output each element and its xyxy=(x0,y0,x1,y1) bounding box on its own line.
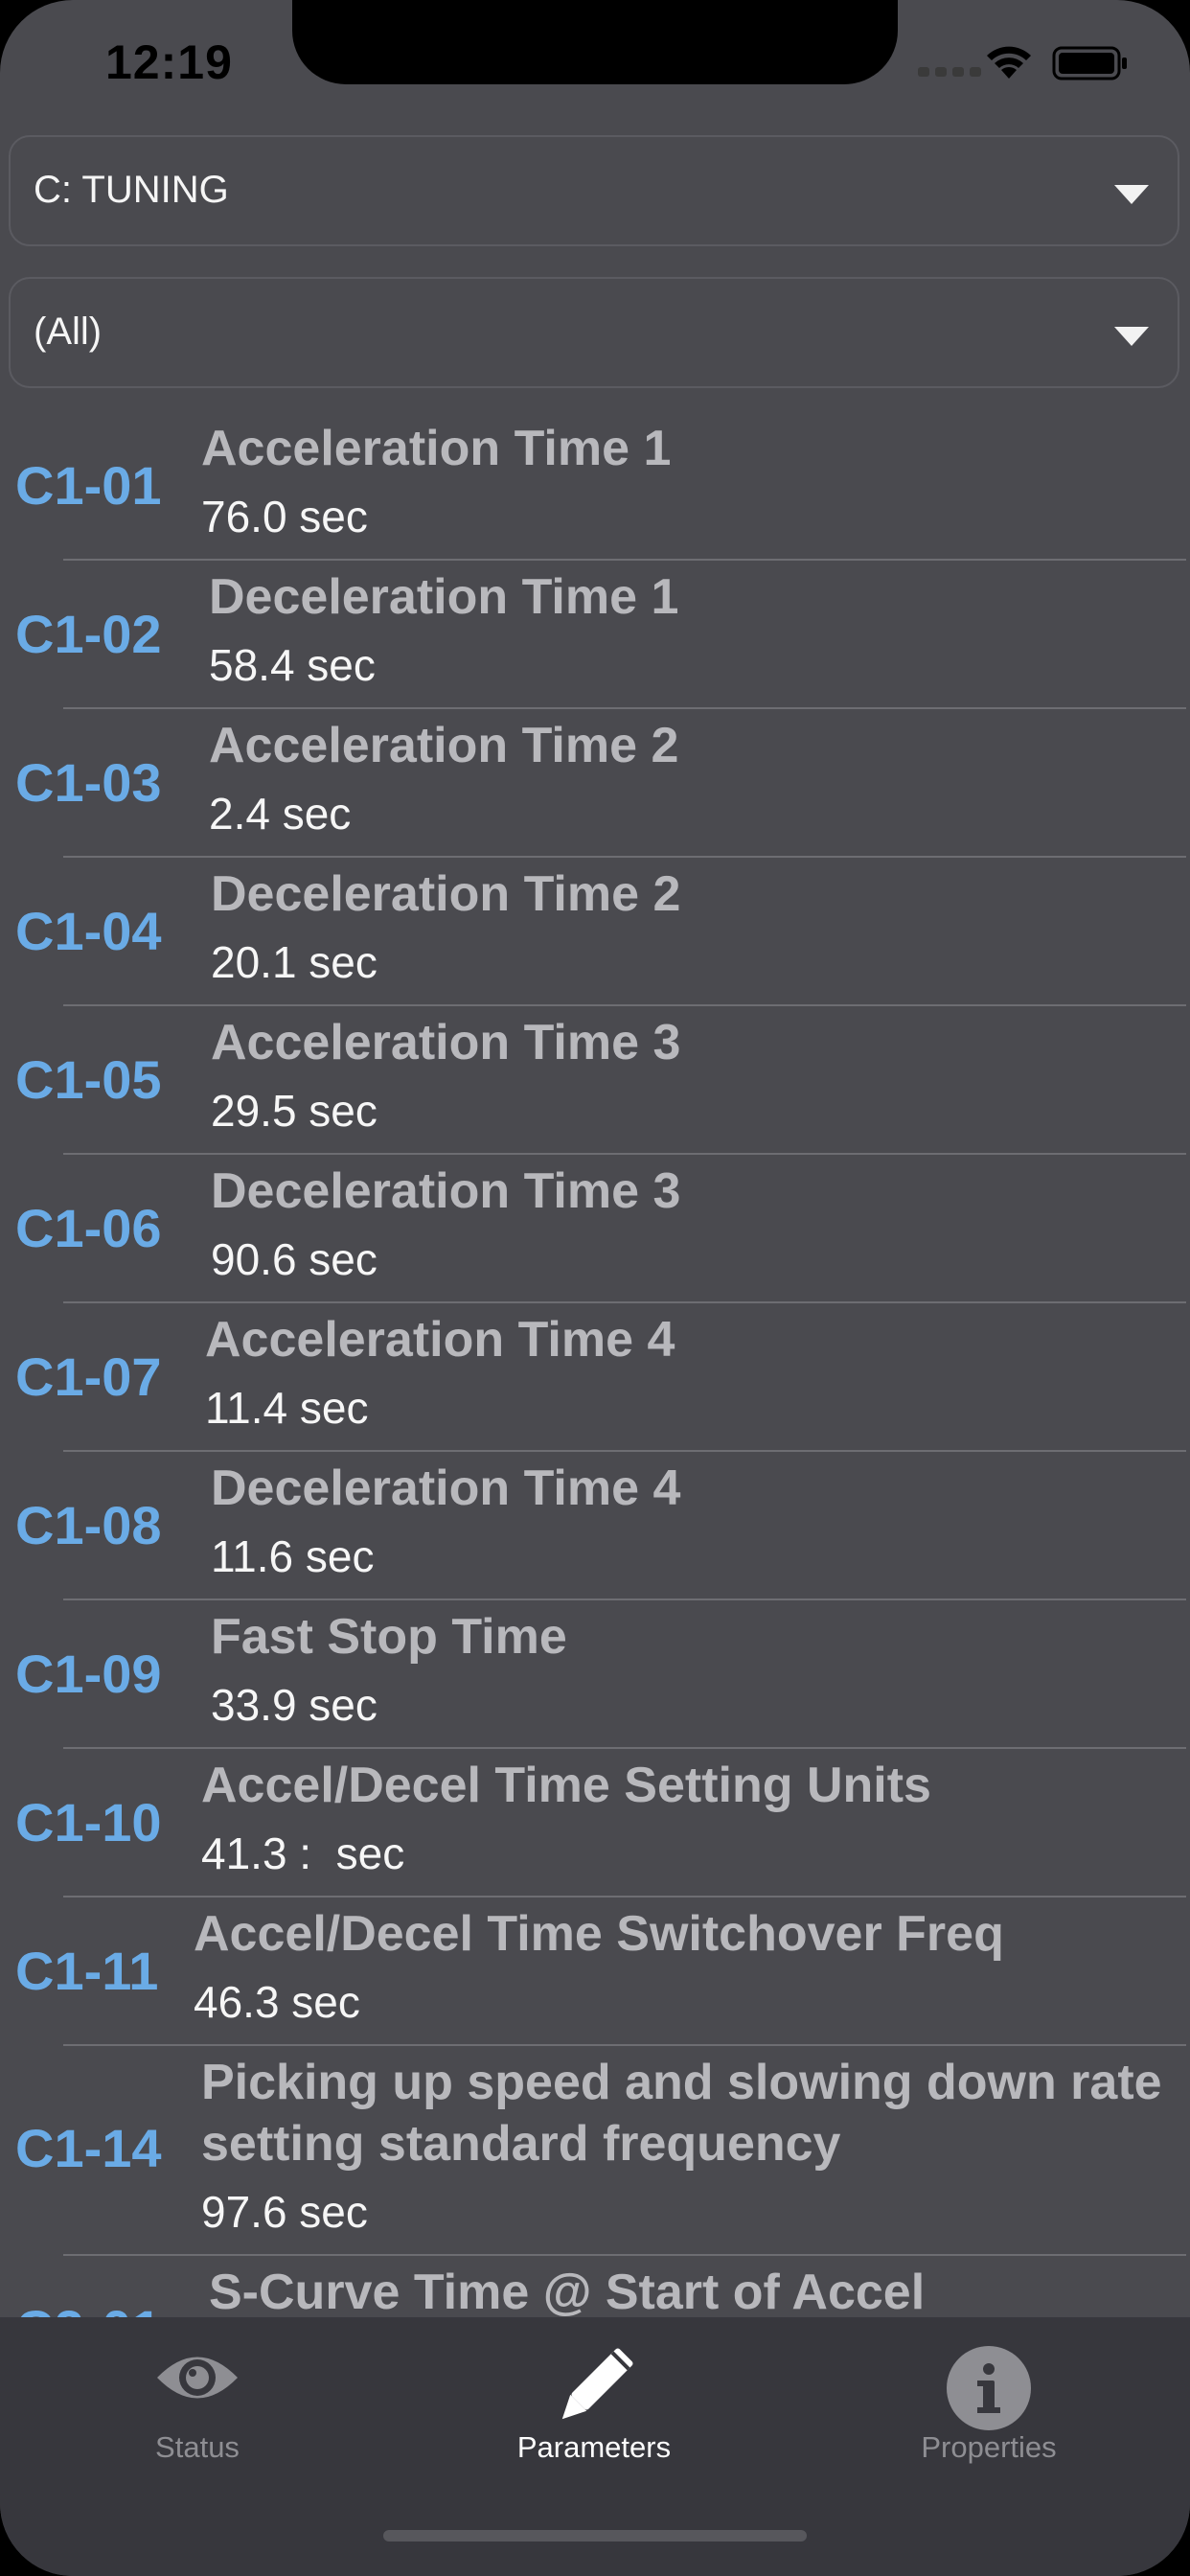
parameter-row[interactable]: C2-01 S-Curve Time @ Start of Accel xyxy=(0,2256,1190,2317)
parameter-value: 29.5 sec xyxy=(211,1086,378,1136)
parameter-value: 33.9 sec xyxy=(211,1680,378,1730)
parameter-code: C1-05 xyxy=(15,1049,162,1110)
wifi-icon xyxy=(987,46,1031,79)
eye-icon xyxy=(157,2357,238,2399)
app-screen: 12:19 C: TUNING (All) C1-01 Acceleration… xyxy=(0,0,1190,2576)
parameter-row[interactable]: C1-02 Deceleration Time 1 58.4 sec xyxy=(0,561,1190,709)
tab-properties-label: Properties xyxy=(921,2430,1057,2464)
tab-status[interactable]: Status xyxy=(63,2317,332,2490)
parameter-code: C2-01 xyxy=(15,2298,162,2317)
parameter-name: Acceleration Time 2 xyxy=(209,718,679,773)
parameter-row[interactable]: C1-09 Fast Stop Time 33.9 sec xyxy=(0,1600,1190,1749)
parameter-row[interactable]: C1-03 Acceleration Time 2 2.4 sec xyxy=(0,709,1190,858)
parameter-name: Acceleration Time 4 xyxy=(205,1312,675,1368)
parameter-name-line-2: setting standard frequency xyxy=(201,2116,841,2172)
dropdown-caret-icon xyxy=(1114,185,1149,204)
parameter-name: Acceleration Time 1 xyxy=(201,421,672,476)
parameter-value: 46.3 sec xyxy=(194,1977,360,2027)
parameter-name: Deceleration Time 4 xyxy=(211,1460,681,1516)
parameter-row[interactable]: C1-14 Picking up speed and slowing down … xyxy=(0,2046,1190,2256)
parameter-code: C1-02 xyxy=(15,604,162,664)
parameter-name: S-Curve Time @ Start of Accel xyxy=(209,2265,926,2317)
parameter-name: Picking up speed and slowing down rate xyxy=(201,2055,1162,2110)
info-icon xyxy=(947,2346,1031,2430)
parameter-value: 11.6 sec xyxy=(211,1531,375,1581)
tab-parameters[interactable]: Parameters xyxy=(460,2317,728,2490)
subgroup-dropdown[interactable]: (All) xyxy=(9,277,1179,388)
parameter-code: C1-04 xyxy=(15,901,162,961)
parameter-name: Acceleration Time 3 xyxy=(211,1015,681,1070)
parameter-code: C1-10 xyxy=(15,1792,162,1852)
tab-status-label: Status xyxy=(155,2430,240,2464)
parameter-name: Deceleration Time 3 xyxy=(211,1163,681,1219)
parameter-value: 58.4 sec xyxy=(209,640,376,690)
parameter-code: C1-06 xyxy=(15,1198,162,1258)
cellular-signal-icon xyxy=(918,67,981,77)
parameter-value: 20.1 sec xyxy=(211,937,378,987)
parameter-name: Accel/Decel Time Switchover Freq xyxy=(194,1906,1004,1962)
parameter-name: Accel/Decel Time Setting Units xyxy=(201,1758,931,1813)
parameter-row[interactable]: C1-04 Deceleration Time 2 20.1 sec xyxy=(0,858,1190,1006)
parameter-name: Deceleration Time 1 xyxy=(209,569,679,625)
tab-bar: Status Parameters Properties xyxy=(0,2317,1190,2576)
parameter-row[interactable]: C1-05 Acceleration Time 3 29.5 sec xyxy=(0,1006,1190,1155)
home-indicator xyxy=(383,2530,807,2542)
status-time: 12:19 xyxy=(105,35,233,89)
parameter-row[interactable]: C1-07 Acceleration Time 4 11.4 sec xyxy=(0,1303,1190,1452)
parameter-row[interactable]: C1-01 Acceleration Time 1 76.0 sec xyxy=(0,412,1190,561)
parameter-code: C1-11 xyxy=(15,1941,159,2001)
status-bar: 12:19 xyxy=(0,0,1190,126)
parameter-code: C1-09 xyxy=(15,1644,162,1704)
parameter-code: C1-08 xyxy=(15,1495,162,1555)
parameter-value: 41.3 : sec xyxy=(201,1828,405,1878)
parameter-row[interactable]: C1-06 Deceleration Time 3 90.6 sec xyxy=(0,1155,1190,1303)
parameter-code: C1-07 xyxy=(15,1346,162,1407)
parameter-code: C1-03 xyxy=(15,752,162,813)
tab-parameters-label: Parameters xyxy=(516,2430,672,2464)
parameter-value: 90.6 sec xyxy=(211,1234,378,1284)
parameter-name: Fast Stop Time xyxy=(211,1609,567,1665)
group-dropdown[interactable]: C: TUNING xyxy=(9,135,1179,246)
parameter-code: C1-01 xyxy=(15,455,162,516)
parameter-row[interactable]: C1-08 Deceleration Time 4 11.6 sec xyxy=(0,1452,1190,1600)
parameter-value: 76.0 sec xyxy=(201,492,368,541)
parameter-name: Deceleration Time 2 xyxy=(211,866,681,922)
parameter-value: 97.6 sec xyxy=(201,2187,368,2237)
tab-properties[interactable]: Properties xyxy=(855,2317,1123,2490)
parameter-list[interactable]: C1-01 Acceleration Time 1 76.0 sec C1-02… xyxy=(0,412,1190,2317)
battery-icon xyxy=(1052,46,1127,80)
subgroup-dropdown-value: (All) xyxy=(34,310,103,353)
pencil-icon xyxy=(561,2348,633,2420)
parameter-row[interactable]: C1-11 Accel/Decel Time Switchover Freq 4… xyxy=(0,1898,1190,2046)
group-dropdown-value: C: TUNING xyxy=(34,169,229,211)
parameter-code: C1-14 xyxy=(15,2118,162,2178)
dropdown-caret-icon xyxy=(1114,327,1149,346)
parameter-value: 2.4 sec xyxy=(209,789,352,839)
parameter-value: 11.4 sec xyxy=(205,1383,369,1433)
parameter-row[interactable]: C1-10 Accel/Decel Time Setting Units 41.… xyxy=(0,1749,1190,1898)
notch xyxy=(292,0,898,84)
